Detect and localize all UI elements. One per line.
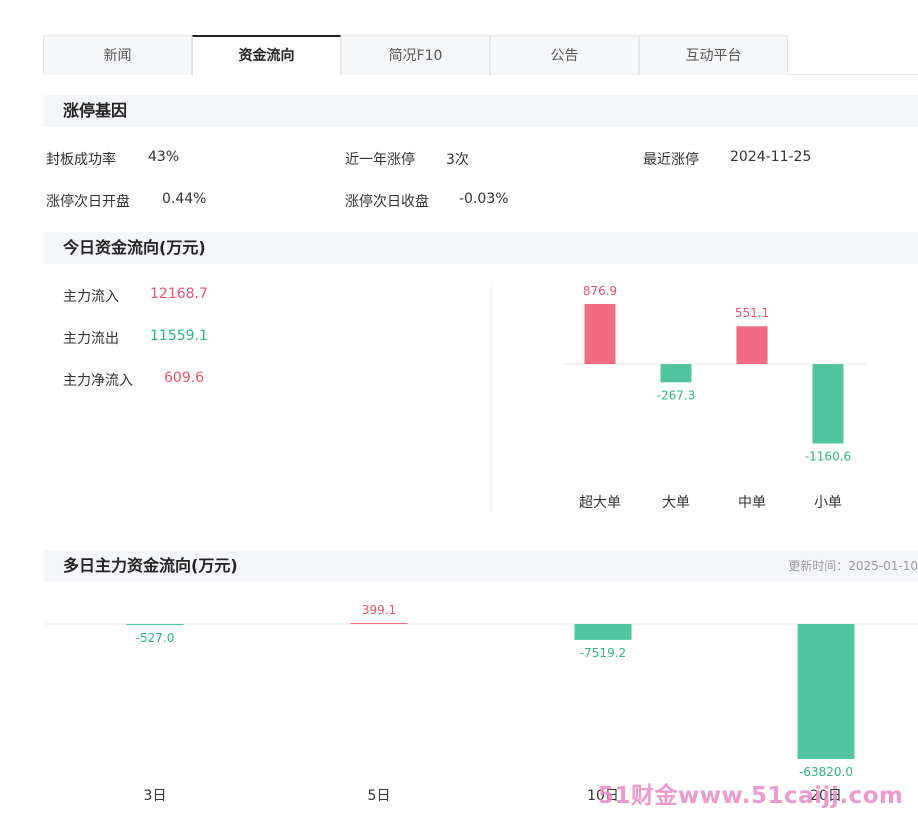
multi-day-flow-chart: -527.03日399.15日-7519.210日-63820.020日: [43, 603, 918, 804]
bar-1-0: [126, 624, 184, 626]
category-label-1-1: 5日: [368, 788, 391, 804]
value-label-1-1: 399.1: [362, 603, 396, 617]
value-label-1-2: -7519.2: [580, 646, 626, 660]
bar-1-3: [797, 624, 855, 759]
bar-1-1: [350, 623, 408, 624]
watermark-logo: 51财金www.51caijj.com: [598, 783, 904, 809]
bar-1-2: [574, 624, 632, 640]
value-label-1-0: -527.0: [136, 631, 175, 645]
category-label-1-0: 3日: [144, 788, 167, 804]
